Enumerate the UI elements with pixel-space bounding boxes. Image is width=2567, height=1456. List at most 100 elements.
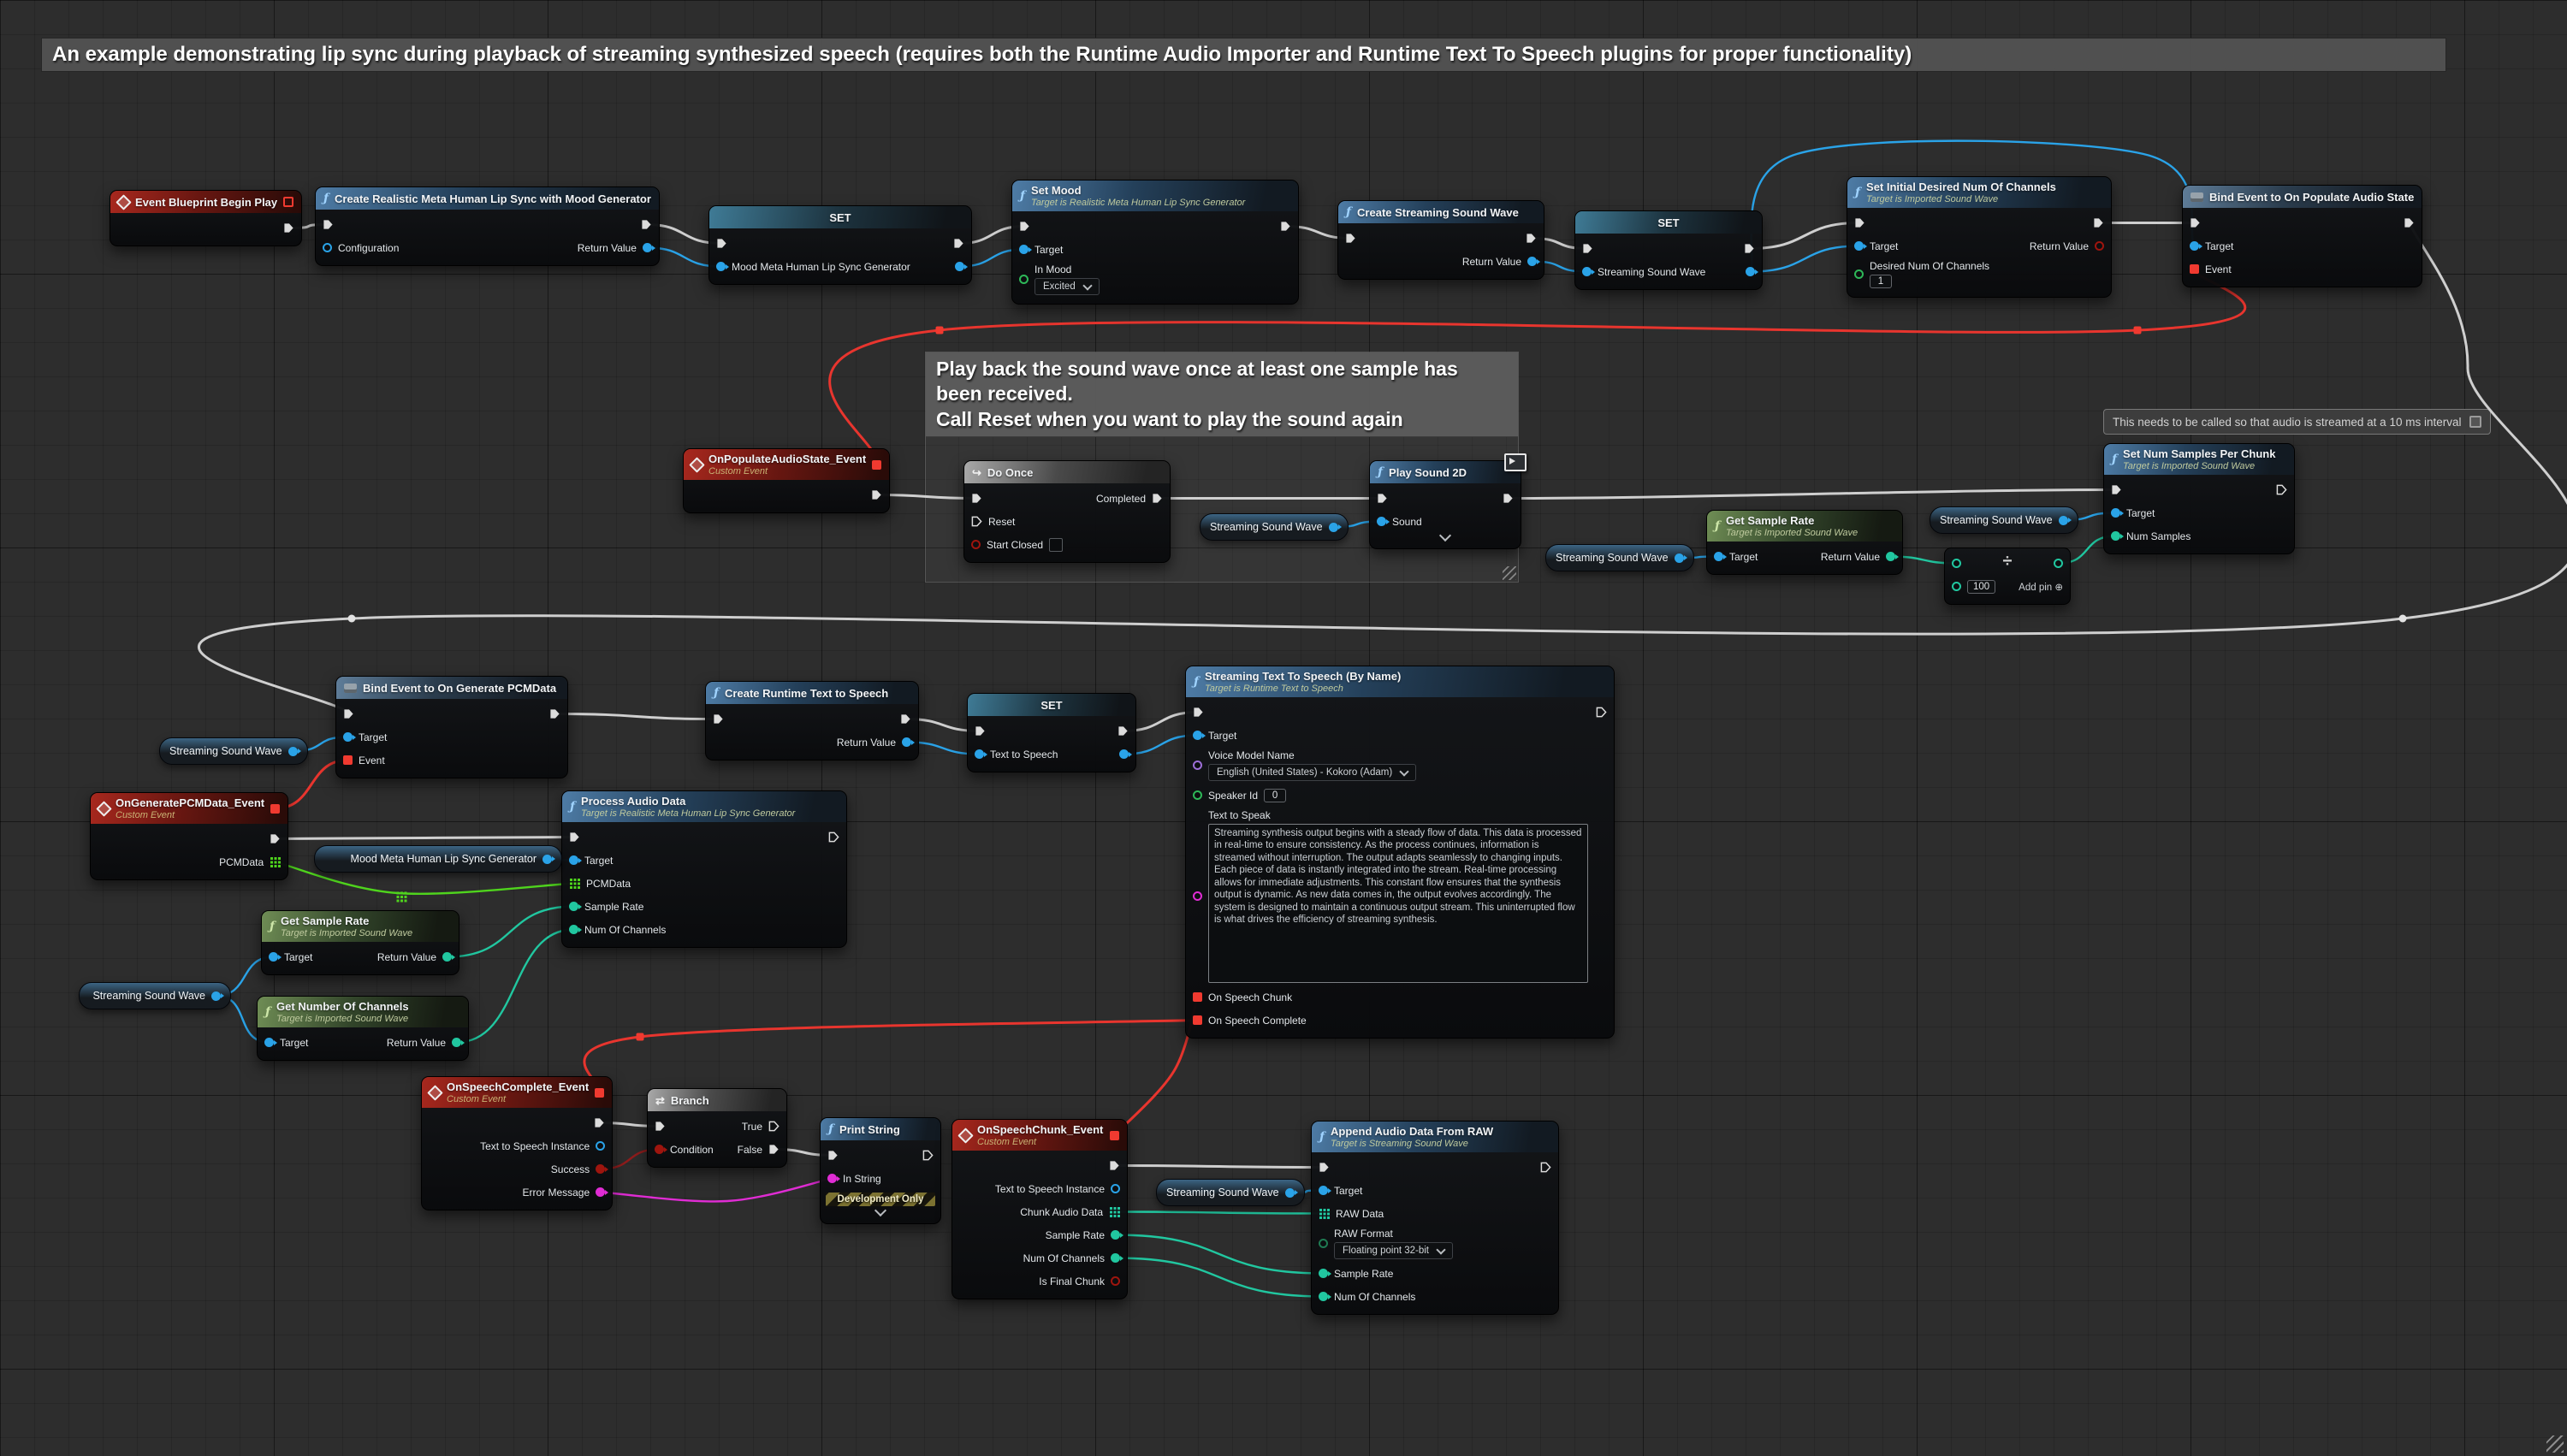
- condition-pin[interactable]: [655, 1145, 664, 1154]
- exec-pin[interactable]: [900, 713, 911, 725]
- variable-output-pin[interactable]: [542, 855, 552, 864]
- false-pin[interactable]: [768, 1144, 780, 1155]
- exec-pin[interactable]: [1582, 243, 1593, 254]
- return-value-pin[interactable]: [643, 243, 652, 252]
- variable-pill-streaming-sound-wave[interactable]: Streaming Sound Wave: [1200, 513, 1349, 541]
- text-to-speech-instance-pin[interactable]: [1111, 1184, 1120, 1193]
- reroute-node[interactable]: [936, 327, 944, 334]
- exec-pin[interactable]: [1854, 217, 1865, 228]
- reroute-node[interactable]: [637, 1033, 644, 1041]
- chunk-audio-data-pin[interactable]: [1109, 1206, 1120, 1217]
- node-header[interactable]: ƒSet MoodTarget is Realistic Meta Human …: [1012, 181, 1298, 211]
- configuration-pin[interactable]: [323, 243, 332, 252]
- reroute-node[interactable]: [2134, 327, 2142, 334]
- node-header[interactable]: ƒAppend Audio Data From RAWTarget is Str…: [1312, 1122, 1558, 1152]
- exec-pin[interactable]: [2404, 217, 2415, 228]
- node-header[interactable]: SET: [968, 694, 1135, 716]
- node-event-blueprint-begin-play[interactable]: Event Blueprint Begin Play: [110, 190, 302, 246]
- node-header[interactable]: SET: [709, 206, 971, 228]
- exec-pin[interactable]: [323, 219, 334, 230]
- node-header[interactable]: ƒSet Num Samples Per ChunkTarget is Impo…: [2104, 444, 2294, 475]
- node-set[interactable]: SETText to Speech: [967, 693, 1136, 772]
- streaming-sound-wave-pin[interactable]: [1582, 267, 1592, 276]
- node-header[interactable]: ƒPlay Sound 2D: [1370, 461, 1521, 483]
- node-header[interactable]: OnSpeechChunk_EventCustom Event: [952, 1120, 1127, 1151]
- num-of-channels-pin[interactable]: [569, 925, 578, 934]
- exec-pin[interactable]: [827, 1150, 839, 1161]
- node-set-initial-desired-num-of-channels[interactable]: ƒSet Initial Desired Num Of ChannelsTarg…: [1847, 176, 2112, 298]
- exec-pin[interactable]: [1019, 221, 1030, 232]
- sample-rate-pin[interactable]: [1319, 1269, 1328, 1278]
- target-pin[interactable]: [269, 952, 278, 962]
- target-pin[interactable]: [264, 1038, 274, 1047]
- start-closed-pin[interactable]: [971, 540, 981, 549]
- return-value-pin[interactable]: [1527, 257, 1537, 266]
- obj-pin[interactable]: [1746, 267, 1755, 276]
- delegate-pin[interactable]: [270, 804, 280, 814]
- node-do-once[interactable]: ↪Do OnceCompletedResetStart Closed: [963, 460, 1171, 563]
- node-header[interactable]: Event Blueprint Begin Play: [110, 191, 301, 213]
- variable-pill-streaming-sound-wave[interactable]: Streaming Sound Wave: [1930, 506, 2078, 534]
- exec-pin[interactable]: [1109, 1160, 1120, 1171]
- node-set-mood[interactable]: ƒSet MoodTarget is Realistic Meta Human …: [1011, 180, 1299, 305]
- variable-output-pin[interactable]: [2059, 516, 2068, 525]
- exec-pin[interactable]: [549, 708, 560, 719]
- node-ongeneratepcmdata-event[interactable]: OnGeneratePCMData_EventCustom EventPCMDa…: [90, 792, 288, 880]
- variable-output-pin[interactable]: [211, 991, 221, 1001]
- target-pin[interactable]: [343, 732, 353, 742]
- exec-pin[interactable]: [1193, 707, 1204, 718]
- dropdown-excited[interactable]: Excited: [1035, 278, 1100, 295]
- exec-pin[interactable]: [2276, 484, 2287, 495]
- node-header[interactable]: ƒSet Initial Desired Num Of ChannelsTarg…: [1847, 177, 2111, 208]
- node-header[interactable]: ƒCreate Streaming Sound Wave: [1338, 201, 1544, 223]
- exec-pin[interactable]: [871, 489, 882, 500]
- exec-pin[interactable]: [1319, 1162, 1330, 1173]
- add-pin-button[interactable]: Add pin ⊕: [2019, 581, 2063, 593]
- node-header[interactable]: ƒStreaming Text To Speech (By Name)Targe…: [1186, 666, 1614, 697]
- wire-exec[interactable]: [276, 837, 575, 839]
- mood-meta-human-lip-sync-generator-pin[interactable]: [716, 262, 726, 271]
- reroute-node[interactable]: [348, 615, 356, 623]
- node-header[interactable]: ƒGet Sample RateTarget is Imported Sound…: [262, 911, 459, 942]
- node-set[interactable]: SETStreaming Sound Wave: [1574, 210, 1763, 290]
- exec-pin[interactable]: [713, 713, 724, 725]
- teal-pin[interactable]: [1952, 582, 1961, 591]
- node-create-streaming-sound-wave[interactable]: ƒCreate Streaming Sound WaveReturn Value: [1337, 200, 1544, 280]
- node-header[interactable]: ↪Do Once: [964, 461, 1170, 483]
- wire-real[interactable]: [1116, 1258, 1324, 1297]
- node-bind-event-to-on-generate-pcmdata[interactable]: Bind Event to On Generate PCMDataTargetE…: [335, 676, 568, 778]
- node-header[interactable]: ƒGet Number Of ChannelsTarget is Importe…: [258, 997, 468, 1027]
- wire-exec[interactable]: [1509, 490, 2117, 499]
- obj-pin[interactable]: [955, 262, 964, 271]
- exec-pin[interactable]: [922, 1150, 934, 1161]
- node-header[interactable]: OnSpeechComplete_EventCustom Event: [422, 1077, 612, 1108]
- target-pin[interactable]: [1019, 245, 1029, 254]
- exec-pin[interactable]: [1540, 1162, 1551, 1173]
- exec-pin[interactable]: [2111, 484, 2122, 495]
- exec-pin[interactable]: [1377, 493, 1388, 504]
- node-onspeechchunk-event[interactable]: OnSpeechChunk_EventCustom EventText to S…: [952, 1119, 1128, 1299]
- node-set-num-samples-per-chunk[interactable]: ƒSet Num Samples Per ChunkTarget is Impo…: [2103, 443, 2295, 554]
- node-header[interactable]: Bind Event to On Populate Audio State: [2183, 186, 2422, 208]
- exec-pin[interactable]: [1744, 243, 1755, 254]
- num-samples-pin[interactable]: [2111, 531, 2120, 541]
- variable-pill-streaming-sound-wave[interactable]: Streaming Sound Wave: [1545, 544, 1694, 571]
- target-pin[interactable]: [569, 855, 578, 865]
- value-input[interactable]: 100: [1967, 580, 1995, 594]
- exec-pin[interactable]: [1345, 233, 1356, 244]
- target-pin[interactable]: [2190, 241, 2199, 251]
- dropdown-english-united-states-kokoro-adam[interactable]: English (United States) - Kokoro (Adam): [1208, 764, 1416, 781]
- exec-pin[interactable]: [1118, 725, 1129, 737]
- event-pin[interactable]: [343, 755, 353, 765]
- variable-pill-streaming-sound-wave[interactable]: Streaming Sound Wave: [79, 982, 231, 1009]
- wire-magenta[interactable]: [601, 1179, 833, 1202]
- exec-pin[interactable]: [1503, 493, 1514, 504]
- node-create-realistic-meta-human-lip-sync-with-mood-generator[interactable]: ƒCreate Realistic Meta Human Lip Sync wi…: [315, 186, 660, 266]
- node-onpopulateaudiostate-event[interactable]: OnPopulateAudioState_EventCustom Event: [683, 448, 890, 513]
- sample-rate-pin[interactable]: [1111, 1230, 1120, 1240]
- node-header[interactable]: ƒGet Sample RateTarget is Imported Sound…: [1707, 511, 1902, 542]
- voice-model-name-pin[interactable]: [1193, 761, 1202, 770]
- exec-pin[interactable]: [594, 1117, 605, 1128]
- delegate-pin[interactable]: [1110, 1131, 1119, 1140]
- checkbox[interactable]: [1049, 538, 1063, 552]
